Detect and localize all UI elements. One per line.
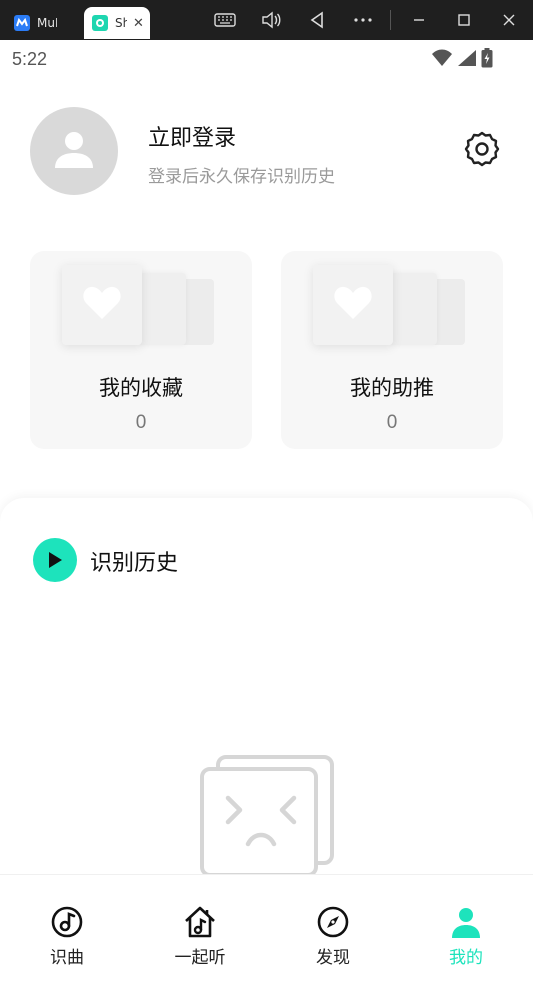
status-bar: 5:22 <box>0 40 533 76</box>
history-title: 识别历史 <box>90 551 179 576</box>
shazam-app-icon <box>92 15 108 31</box>
empty-state-icon <box>196 754 338 877</box>
minimize-icon[interactable] <box>406 8 432 32</box>
nav-item-discover[interactable]: 发现 <box>288 905 378 968</box>
titlebar-divider <box>390 10 391 30</box>
login-title[interactable]: 立即登录 <box>148 120 236 152</box>
nav-item-me[interactable]: 我的 <box>421 905 511 968</box>
nav-label: 发现 <box>316 948 350 968</box>
tab-mumu[interactable]: MuMu <box>14 7 80 39</box>
maximize-icon[interactable] <box>451 8 477 32</box>
signal-icon <box>457 49 477 71</box>
home-music-icon <box>183 905 217 939</box>
nav-label: 一起听 <box>174 948 226 968</box>
nav-item-listen-together[interactable]: 一起听 <box>155 905 245 968</box>
tab-close-icon[interactable]: ✕ <box>133 16 144 31</box>
compass-icon <box>316 905 350 939</box>
favorites-card[interactable]: 我的收藏 0 <box>30 251 252 449</box>
boosts-count: 0 <box>386 412 398 433</box>
more-icon[interactable] <box>350 8 376 32</box>
tab-label: MuMu <box>37 16 57 30</box>
mumu-app-icon <box>14 15 30 31</box>
music-note-icon <box>50 905 84 939</box>
person-icon <box>449 905 483 939</box>
wifi-icon <box>431 49 453 71</box>
volume-icon[interactable] <box>258 8 284 32</box>
gear-icon <box>463 130 501 172</box>
nav-label: 识曲 <box>50 948 84 968</box>
heart-icon <box>82 285 122 325</box>
heart-icon <box>333 285 373 325</box>
avatar[interactable] <box>30 107 118 195</box>
tab-label: Shazam <box>115 16 127 30</box>
nav-item-recognize[interactable]: 识曲 <box>22 905 112 968</box>
person-silhouette-icon <box>52 127 96 175</box>
favorites-count: 0 <box>135 412 147 433</box>
bottom-nav: 识曲 一起听 发现 我的 <box>0 874 533 987</box>
boosts-title: 我的助推 <box>350 376 434 400</box>
emulator-titlebar: MuMu Shazam ✕ <box>0 0 533 40</box>
back-icon[interactable] <box>304 8 330 32</box>
keyboard-icon[interactable] <box>212 8 238 32</box>
favorites-illustration <box>62 265 218 347</box>
tab-shazam[interactable]: Shazam ✕ <box>84 7 150 39</box>
status-time: 5:22 <box>12 49 48 69</box>
history-panel: 识别历史 <box>0 498 533 898</box>
login-subtitle: 登录后永久保存识别历史 <box>148 167 335 187</box>
status-icons <box>431 48 493 72</box>
nav-label: 我的 <box>449 948 483 968</box>
favorites-title: 我的收藏 <box>99 376 183 400</box>
play-icon[interactable] <box>33 538 77 582</box>
boosts-illustration <box>313 265 469 347</box>
battery-charging-icon <box>481 48 493 72</box>
close-icon[interactable] <box>496 8 522 32</box>
boosts-card[interactable]: 我的助推 0 <box>281 251 503 449</box>
settings-button[interactable] <box>462 131 502 171</box>
